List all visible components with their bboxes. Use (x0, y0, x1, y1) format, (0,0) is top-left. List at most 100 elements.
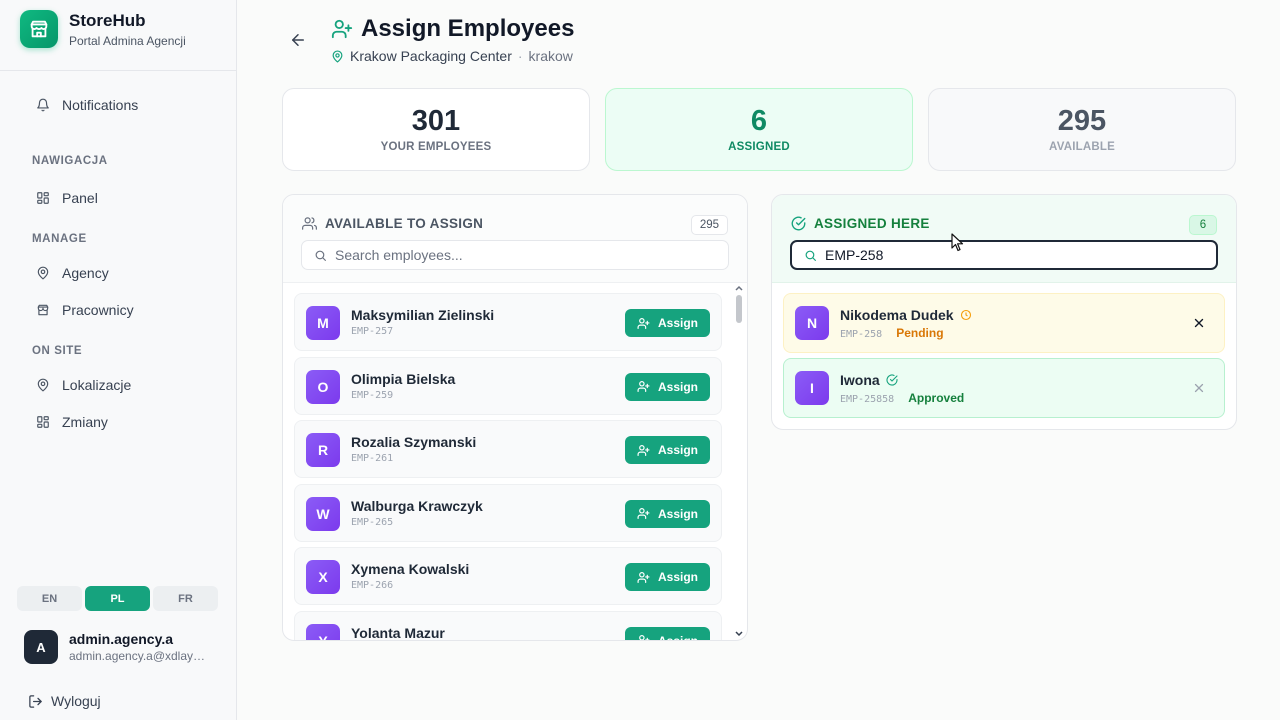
scroll-up-icon[interactable] (733, 283, 745, 293)
sidebar-item-agency[interactable]: Agency (36, 265, 109, 281)
employee-id: EMP-25858 (840, 394, 895, 405)
employee-name: Nikodema Dudek (840, 307, 972, 323)
avatar: W (306, 496, 340, 531)
avatar: A (24, 630, 58, 664)
avatar: N (795, 306, 829, 340)
scroll-down-icon[interactable] (733, 629, 745, 639)
location-info: Krakow Packaging Center · krakow (331, 48, 573, 64)
employee-name: Maksymilian Zielinski (351, 307, 495, 323)
list-item: W Walburga Krawczyk EMP-265 Assign (294, 483, 722, 542)
user-plus-icon (637, 317, 650, 329)
brand-title: StoreHub (69, 10, 146, 30)
employee-id-row: EMP-258 Pending (840, 326, 944, 340)
employee-name-text: Nikodema Dudek (840, 307, 954, 323)
search-icon (315, 250, 326, 261)
brand: StoreHub Portal Admina Agencji (20, 10, 186, 48)
employee-id: EMP-259 (351, 389, 394, 401)
assign-button[interactable]: Assign (625, 626, 710, 641)
status-badge: Pending (896, 326, 944, 340)
assign-label: Assign (657, 633, 698, 641)
store-icon (37, 304, 49, 316)
store-icon (20, 10, 58, 48)
employee-id: EMP-261 (351, 453, 394, 464)
sidebar-item-notifications[interactable]: Notifications (36, 97, 138, 113)
sidebar-item-lokalizacje[interactable]: Lokalizacje (36, 377, 131, 393)
page-title: Assign Employees (331, 15, 574, 43)
sidebar-item-label: Zmiany (62, 414, 108, 430)
sidebar-item-label: Panel (62, 190, 98, 206)
clock-icon (960, 309, 971, 321)
search-input[interactable] (335, 247, 695, 263)
panel-header: AVAILABLE TO ASSIGN 295 (283, 195, 747, 283)
list-item: O Olimpia Bielska EMP-259 Assign (294, 356, 722, 415)
available-panel: AVAILABLE TO ASSIGN 295 M Maksymilian Zi… (282, 194, 748, 641)
close-icon (1194, 383, 1204, 393)
search-icon (805, 250, 816, 261)
user-plus-icon (637, 508, 650, 519)
logout-icon (29, 694, 42, 708)
grid-icon (37, 416, 49, 428)
logout-button[interactable]: Wyloguj (28, 693, 101, 709)
avatar: R (306, 433, 340, 467)
avatar: I (795, 371, 829, 405)
sidebar-item-zmiany[interactable]: Zmiany (36, 414, 108, 430)
stat-assigned: 6 ASSIGNED (605, 88, 913, 171)
search-box (301, 240, 729, 270)
list-item: N Nikodema Dudek EMP-258 Pending (783, 293, 1225, 353)
assign-label: Assign (657, 316, 698, 330)
scrollbar[interactable] (733, 283, 745, 640)
employee-name: Xymena Kowalski (351, 561, 470, 577)
check-circle-icon (791, 216, 806, 231)
back-button[interactable] (289, 31, 307, 54)
assign-button[interactable]: Assign (625, 372, 710, 401)
list-item: R Rozalia Szymanski EMP-261 Assign (294, 420, 722, 478)
scrollbar-thumb[interactable] (736, 295, 742, 323)
assign-label: Assign (657, 379, 698, 394)
stat-label: YOUR EMPLOYEES (380, 141, 492, 153)
location-separator: · (517, 48, 523, 64)
brand-subtitle: Portal Admina Agencji (69, 33, 186, 48)
page-title-text: Assign Employees (361, 15, 575, 42)
stat-value: 301 (411, 105, 461, 137)
remove-button[interactable] (1192, 381, 1206, 400)
lang-pl-button[interactable]: PL (85, 586, 150, 611)
location-name: Krakow Packaging Center (350, 48, 512, 64)
user-email: admin.agency.a@xdlayer.com (69, 649, 209, 663)
user-name: admin.agency.a (69, 631, 174, 647)
mouse-cursor-icon (951, 233, 964, 252)
bell-icon (37, 98, 49, 112)
assign-button[interactable]: Assign (625, 499, 710, 528)
avatar: Y (306, 623, 340, 640)
remove-button[interactable] (1192, 316, 1206, 335)
stat-value: 295 (1057, 105, 1107, 137)
panel-title: ASSIGNED HERE (791, 216, 930, 231)
user-profile[interactable]: A admin.agency.a admin.agency.a@xdlayer.… (24, 630, 209, 664)
panel-header: ASSIGNED HERE 6 (772, 195, 1236, 283)
search-input[interactable] (825, 247, 1185, 263)
panel-title-text: ASSIGNED HERE (814, 216, 930, 231)
close-icon (1194, 318, 1204, 328)
lang-en-button[interactable]: EN (17, 586, 82, 611)
assign-button[interactable]: Assign (625, 309, 710, 337)
assign-button[interactable]: Assign (625, 563, 710, 591)
employee-id: EMP-258 (840, 329, 883, 340)
sidebar-item-label: Pracownicy (62, 302, 134, 318)
sidebar-item-pracownicy[interactable]: Pracownicy (36, 302, 134, 318)
stat-label: AVAILABLE (1049, 141, 1115, 153)
stat-label: ASSIGNED (728, 141, 790, 153)
lang-fr-button[interactable]: FR (153, 586, 218, 611)
logout-label: Wyloguj (51, 693, 101, 709)
employee-list: M Maksymilian Zielinski EMP-257 Assign O… (294, 293, 722, 641)
assign-label: Assign (657, 570, 698, 584)
sidebar-item-panel[interactable]: Panel (36, 190, 98, 206)
employee-id: EMP-265 (351, 516, 394, 528)
search-box (790, 240, 1218, 270)
assign-button[interactable]: Assign (625, 436, 710, 464)
users-icon (302, 217, 317, 230)
employee-name: Iwona (840, 372, 898, 388)
map-pin-icon (332, 49, 343, 63)
grid-icon (37, 192, 49, 204)
map-pin-icon (37, 266, 49, 280)
assign-label: Assign (657, 443, 698, 457)
user-plus-icon (331, 19, 353, 39)
